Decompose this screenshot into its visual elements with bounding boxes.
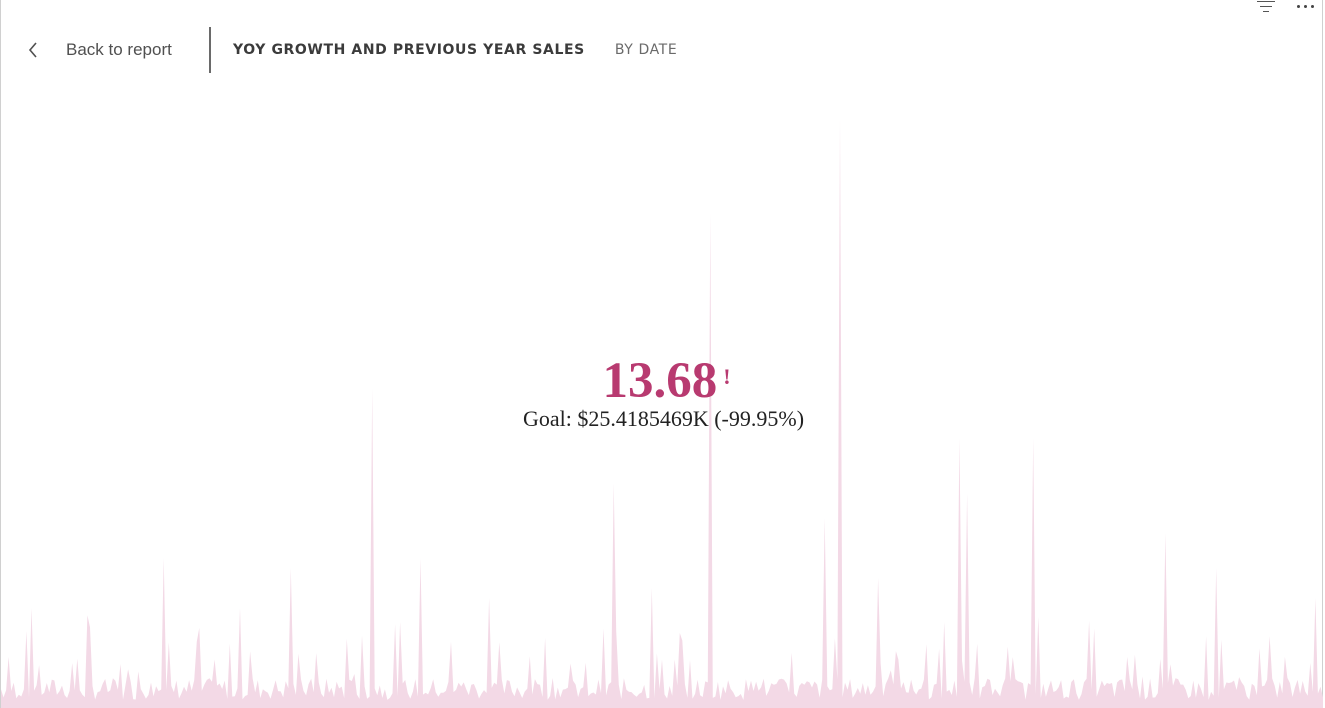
focus-mode-header: Back to report YOY GROWTH AND PREVIOUS Y… [0,27,677,73]
more-options-icon[interactable] [1297,2,1315,12]
kpi-value: 13.68 [602,353,718,409]
back-to-report-button[interactable]: Back to report [0,27,181,73]
chevron-left-icon [28,42,42,58]
filter-icon[interactable] [1257,0,1275,14]
kpi-card: 13.68 ! Goal: $25.4185469K (-99.95%) [0,352,1325,432]
kpi-goal: Goal: $25.4185469K (-99.95%) [522,406,805,431]
visual-toolbar [1257,0,1315,14]
header-divider [209,27,211,73]
visual-subtitle: BY DATE [614,42,678,58]
back-to-report-label: Back to report [66,40,172,59]
visual-title: YOY GROWTH AND PREVIOUS YEAR SALES [233,42,585,58]
kpi-alert-icon: ! [723,364,731,389]
kpi-value-row: 13.68 ! [602,352,730,410]
